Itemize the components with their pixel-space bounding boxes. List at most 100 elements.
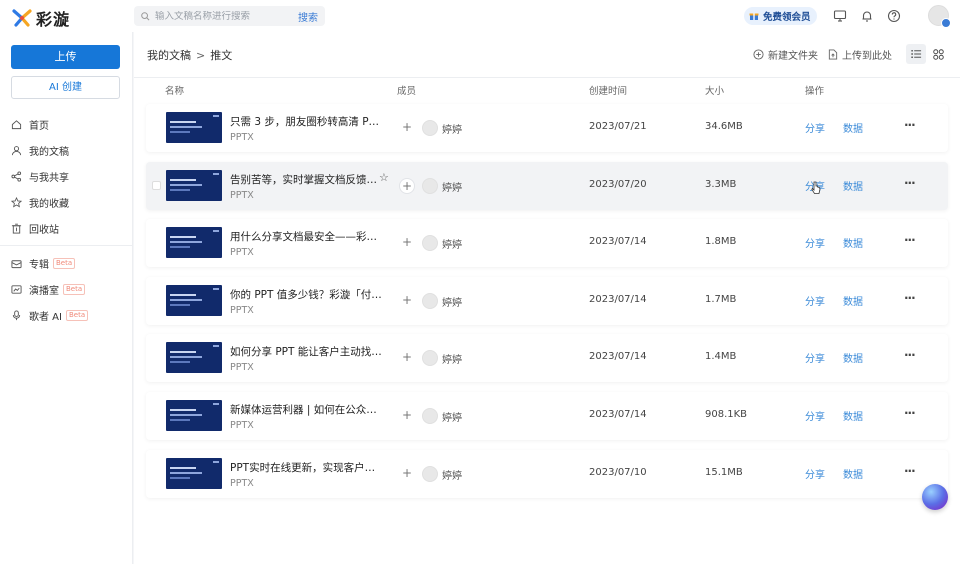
add-member-button[interactable]: + [399,350,415,366]
share-button[interactable]: 分享 [805,235,825,250]
share-button[interactable]: 分享 [805,350,825,365]
share-button[interactable]: 分享 [805,120,825,135]
sidebar-item-trash[interactable]: 回收站 [11,218,59,238]
sidebar-item-label: 首页 [29,120,49,132]
data-button[interactable]: 数据 [843,350,863,365]
member-name: 婷婷 [442,471,462,482]
row-checkbox[interactable] [152,181,161,190]
doc-thumbnail[interactable] [166,400,222,431]
data-button[interactable]: 数据 [843,466,863,481]
table-row[interactable]: 新媒体运营利器 | 如何在公众号中嵌… PPTX + 婷婷 2023/07/14… [146,392,948,440]
doc-thumbnail[interactable] [166,458,222,489]
sidebar: 上传 AI 创建 首页 我的文稿 与我共享 我的收藏 回收站 专辑 Beta 演… [0,32,133,564]
doc-title[interactable]: 告别苦等，实时掌握文档反馈，秒速… [230,172,385,187]
vip-button[interactable]: 免费领会员 [744,7,817,25]
share-button[interactable]: 分享 [805,408,825,423]
doc-thumbnail[interactable] [166,285,222,316]
member-avatar [422,350,438,366]
file-size: 1.4MB [705,351,737,362]
member-avatar [422,408,438,424]
data-button[interactable]: 数据 [843,293,863,308]
home-icon [11,119,22,129]
ai-create-button[interactable]: AI 创建 [11,76,120,99]
search-box: 搜索 [134,6,325,26]
search-input[interactable] [155,10,290,22]
favorite-star-icon[interactable]: ☆ [379,171,389,184]
more-options-icon[interactable]: ··· [904,464,916,478]
breadcrumb-my-docs[interactable]: 我的文稿 [147,47,191,63]
add-member-button[interactable]: + [399,466,415,482]
grid-view-toggle[interactable] [928,44,948,64]
doc-type: PPTX [230,190,254,201]
add-member-button[interactable]: + [399,178,415,194]
sidebar-item-label: 歌者 AI [29,311,62,323]
more-options-icon[interactable]: ··· [904,348,916,362]
table-row[interactable]: 用什么分享文档最安全——彩漩！ PPTX + 婷婷 2023/07/14 1.8… [146,219,948,267]
bell-icon[interactable] [860,9,874,23]
doc-thumbnail[interactable] [166,170,222,201]
table-row[interactable]: 如何分享 PPT 能让客户主动找上门？ PPTX + 婷婷 2023/07/14… [146,334,948,382]
doc-thumbnail[interactable] [166,342,222,373]
upload-here-button[interactable]: 上传到此处 [828,47,892,62]
breadcrumb-current: 推文 [210,49,233,62]
more-options-icon[interactable]: ··· [904,176,916,190]
doc-title[interactable]: 如何分享 PPT 能让客户主动找上门？ [230,344,385,359]
sidebar-item-label: 回收站 [29,224,59,236]
table-row[interactable]: 告别苦等，实时掌握文档反馈，秒速… PPTX ☆ + 婷婷 2023/07/20… [146,162,948,210]
share-button[interactable]: 分享 [805,293,825,308]
more-options-icon[interactable]: ··· [904,291,916,305]
help-icon[interactable] [887,9,901,23]
doc-type: PPTX [230,132,254,143]
table-row[interactable]: 你的 PPT 值多少钱？彩漩「付费阅读… PPTX + 婷婷 2023/07/1… [146,277,948,325]
data-button[interactable]: 数据 [843,178,863,193]
created-date: 2023/07/14 [589,351,647,362]
share-button[interactable]: 分享 [805,466,825,481]
top-bar: 彩漩 搜索 免费领会员 [0,0,960,32]
upload-button[interactable]: 上传 [11,45,120,69]
table-row[interactable]: PPT实时在线更新，实现客户查阅零干… PPTX + 婷婷 2023/07/10… [146,450,948,498]
trash-icon [11,223,22,234]
search-button[interactable]: 搜索 [298,9,318,24]
add-member-button[interactable]: + [399,235,415,251]
member-name: 婷婷 [442,125,462,136]
table-row[interactable]: 只需 3 步，朋友圈秒转高清 PPT和PDF PPTX + 婷婷 2023/07… [146,104,948,152]
list-view-toggle[interactable] [906,44,926,64]
sidebar-item-album[interactable]: 专辑 Beta [11,253,76,273]
created-date: 2023/07/10 [589,467,647,478]
doc-title[interactable]: 新媒体运营利器 | 如何在公众号中嵌… [230,402,385,417]
file-upload-icon [828,49,838,60]
more-options-icon[interactable]: ··· [904,233,916,247]
created-date: 2023/07/21 [589,121,647,132]
more-options-icon[interactable]: ··· [904,118,916,132]
doc-thumbnail[interactable] [166,112,222,143]
assistant-float-button[interactable] [922,484,948,510]
new-folder-label: 新建文件夹 [768,51,818,62]
doc-title[interactable]: PPT实时在线更新，实现客户查阅零干… [230,460,385,475]
doc-title[interactable]: 你的 PPT 值多少钱？彩漩「付费阅读… [230,287,385,302]
doc-title[interactable]: 只需 3 步，朋友圈秒转高清 PPT和PDF [230,114,385,129]
doc-thumbnail[interactable] [166,227,222,258]
data-button[interactable]: 数据 [843,120,863,135]
doc-type: PPTX [230,362,254,373]
sidebar-item-favorites[interactable]: 我的收藏 [11,192,69,212]
user-avatar[interactable] [928,5,951,28]
sidebar-item-home[interactable]: 首页 [11,114,49,134]
sidebar-item-my-docs[interactable]: 我的文稿 [11,140,69,160]
logo[interactable]: 彩漩 [12,6,70,30]
new-folder-button[interactable]: 新建文件夹 [753,47,818,62]
data-button[interactable]: 数据 [843,408,863,423]
add-member-button[interactable]: + [399,120,415,136]
add-member-button[interactable]: + [399,293,415,309]
column-actions: 操作 [805,86,825,97]
file-size: 15.1MB [705,467,743,478]
sidebar-item-shared[interactable]: 与我共享 [11,166,69,186]
upload-here-label: 上传到此处 [842,51,892,62]
sidebar-item-label: 演播室 [29,285,59,297]
doc-title[interactable]: 用什么分享文档最安全——彩漩！ [230,229,385,244]
add-member-button[interactable]: + [399,408,415,424]
data-button[interactable]: 数据 [843,235,863,250]
more-options-icon[interactable]: ··· [904,406,916,420]
sidebar-item-ai-singer[interactable]: 歌者 AI Beta [11,305,89,325]
sidebar-item-studio[interactable]: 演播室 Beta [11,279,86,299]
monitor-icon[interactable] [833,9,847,23]
